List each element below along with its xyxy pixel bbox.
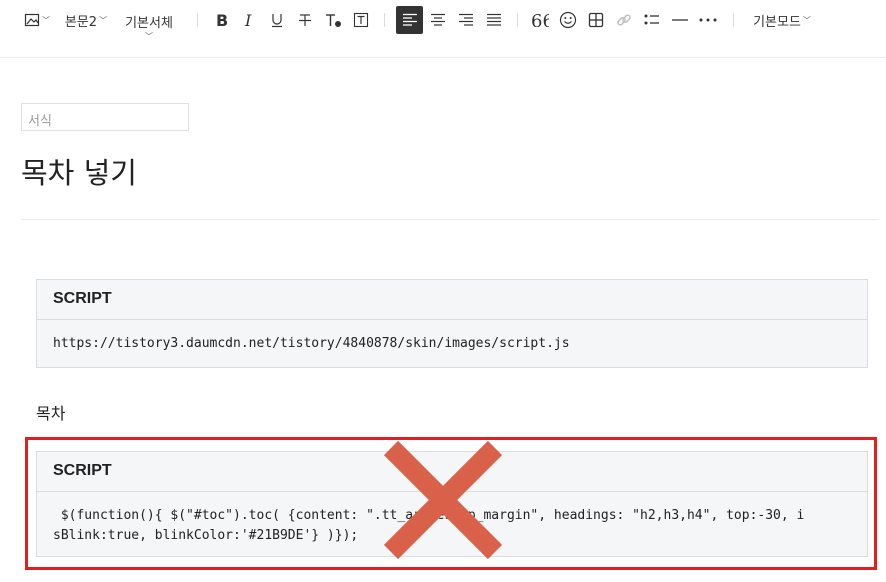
svg-text:66: 66 bbox=[531, 13, 549, 27]
font-family-label: 기본서체 bbox=[125, 16, 173, 31]
list-button[interactable] bbox=[641, 0, 663, 40]
quote-icon: 66 bbox=[531, 13, 549, 27]
align-center-button[interactable] bbox=[427, 0, 449, 40]
underline-button[interactable] bbox=[266, 0, 288, 40]
editor-mode-label: 기본모드 bbox=[753, 14, 801, 30]
script-line: sBlink:true, blinkColor:'#21B9DE'} )}); bbox=[53, 528, 359, 543]
title-divider bbox=[21, 219, 879, 220]
format-placeholder: 서식 bbox=[28, 114, 52, 129]
text-background-button[interactable] bbox=[350, 0, 372, 40]
paragraph-style-label: 본문2 bbox=[64, 14, 98, 30]
toolbar-separator bbox=[733, 13, 734, 27]
text-color-button[interactable] bbox=[322, 0, 344, 40]
paragraph-style-dropdown[interactable]: 본문2 ﹀ bbox=[62, 0, 110, 40]
image-icon bbox=[24, 13, 40, 27]
divider-button[interactable] bbox=[669, 0, 691, 40]
image-insert-button[interactable]: ﹀ bbox=[22, 0, 52, 40]
chevron-down-icon: ﹀ bbox=[42, 15, 50, 25]
x-mark-icon bbox=[383, 440, 503, 560]
text-color-icon bbox=[326, 14, 341, 27]
link-icon bbox=[617, 14, 631, 26]
script-line: $(function(){ $("#toc").toc( {content: "… bbox=[53, 508, 421, 523]
align-center-icon bbox=[431, 13, 445, 26]
toolbar-separator bbox=[384, 13, 385, 27]
more-icon bbox=[699, 18, 717, 22]
align-left-icon bbox=[402, 13, 417, 26]
toolbar-separator bbox=[517, 13, 518, 27]
script-block-content: https://tistory3.daumcdn.net/tistory/484… bbox=[53, 336, 570, 351]
strikethrough-icon bbox=[299, 14, 311, 26]
divider-icon bbox=[672, 19, 688, 21]
align-justify-button[interactable] bbox=[483, 0, 505, 40]
chevron-down-icon: ﹀ bbox=[802, 15, 811, 25]
bold-button[interactable]: B bbox=[210, 0, 232, 40]
italic-button[interactable]: I bbox=[238, 0, 260, 40]
script-block[interactable]: SCRIPT https://tistory3.daumcdn.net/tist… bbox=[36, 279, 868, 368]
align-right-button[interactable] bbox=[455, 0, 477, 40]
table-icon bbox=[588, 12, 604, 28]
editor-mode-dropdown[interactable]: 기본모드 ﹀ bbox=[748, 0, 816, 40]
script-block-header: SCRIPT bbox=[37, 280, 867, 320]
chevron-down-icon: ﹀ bbox=[145, 32, 153, 41]
list-icon bbox=[644, 14, 659, 25]
svg-text:B: B bbox=[216, 12, 228, 28]
italic-icon: I bbox=[244, 12, 252, 28]
toc-paragraph[interactable]: 목차 bbox=[36, 400, 65, 424]
text-background-icon bbox=[353, 12, 369, 28]
quote-button[interactable]: 66 bbox=[529, 0, 551, 40]
bold-icon: B bbox=[216, 12, 228, 28]
align-left-button[interactable] bbox=[396, 6, 423, 34]
svg-text:I: I bbox=[244, 12, 252, 28]
toolbar-separator bbox=[197, 13, 198, 27]
underline-icon bbox=[272, 14, 282, 28]
table-button[interactable] bbox=[585, 0, 607, 40]
link-button[interactable] bbox=[613, 0, 635, 40]
more-button[interactable] bbox=[697, 0, 719, 40]
align-justify-icon bbox=[487, 13, 501, 26]
strikethrough-button[interactable] bbox=[294, 0, 316, 40]
editor-toolbar: ﹀ 본문2 ﹀ 기본서체 ﹀ B I 66 기본모드 ﹀ bbox=[0, 0, 886, 44]
chevron-down-icon: ﹀ bbox=[99, 15, 108, 25]
post-title[interactable]: 목차 넣기 bbox=[21, 150, 137, 192]
font-family-dropdown[interactable]: 기본서체 ﹀ bbox=[118, 0, 180, 41]
toolbar-divider bbox=[0, 57, 886, 58]
format-input[interactable]: 서식 bbox=[21, 103, 189, 131]
emoji-button[interactable] bbox=[557, 0, 579, 40]
emoji-icon bbox=[559, 11, 577, 29]
align-right-icon bbox=[459, 13, 473, 26]
